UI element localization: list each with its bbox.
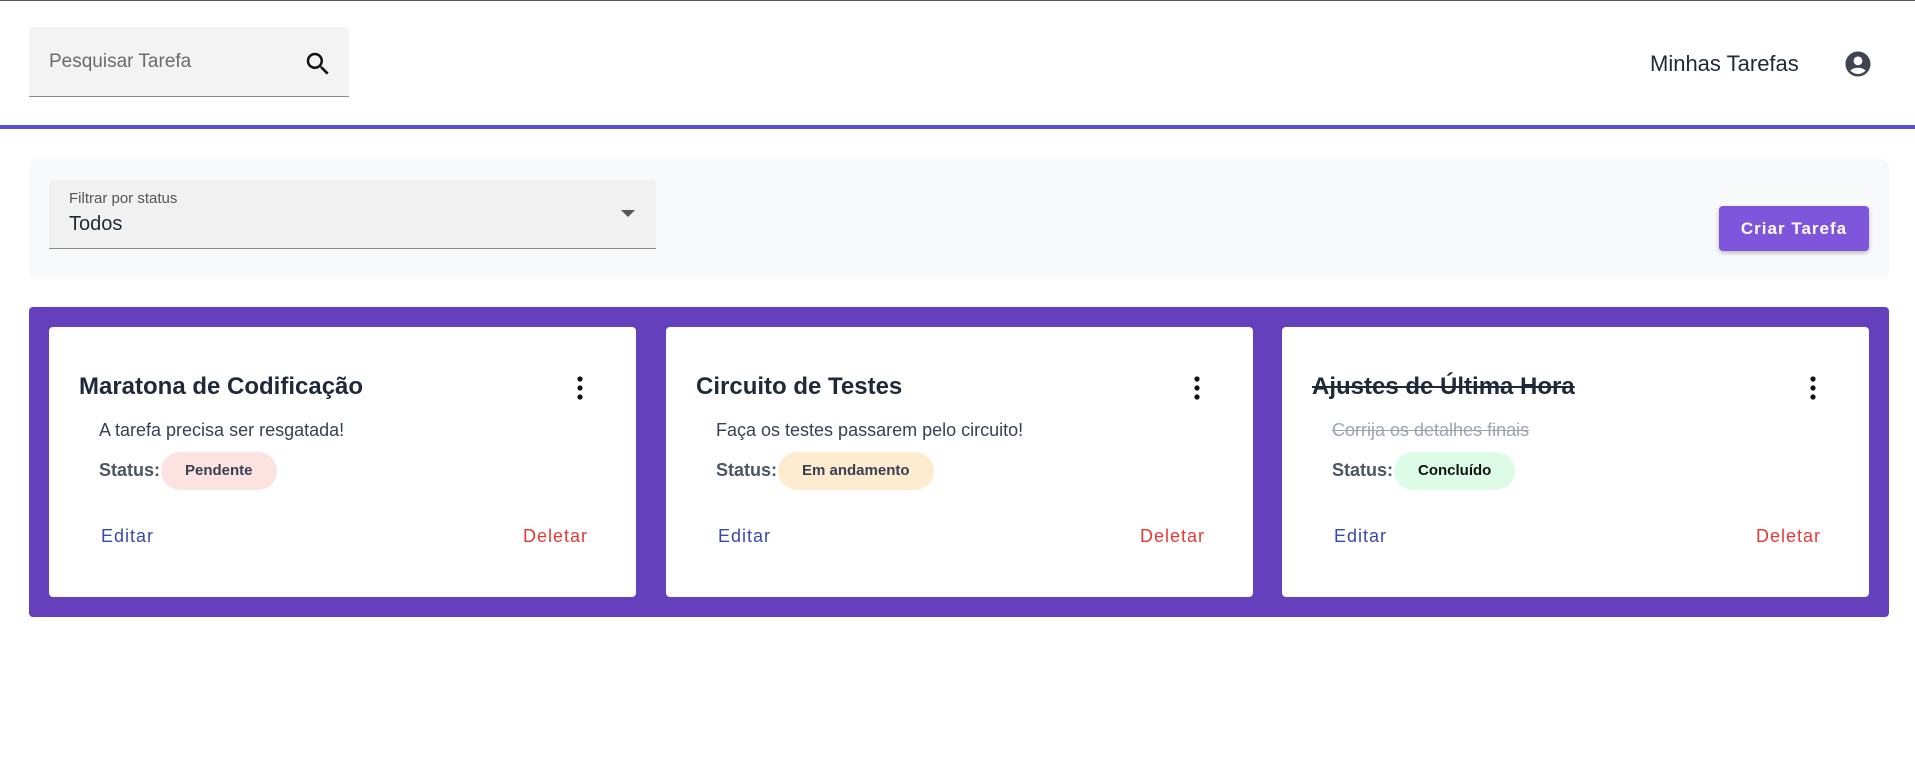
delete-button[interactable]: Deletar [1756,526,1821,547]
status-filter-value: Todos [69,213,123,235]
status-badge: Pendente [161,452,277,490]
status-badge: Concluído [1394,452,1516,490]
task-card: Maratona de Codificação A tarefa precisa… [49,327,636,597]
search-input[interactable] [49,51,299,73]
app-header: Minhas Tarefas [0,1,1915,129]
edit-button[interactable]: Editar [718,526,771,547]
status-label: Status: [716,460,778,480]
status-label: Status: [1332,460,1394,480]
task-title: Ajustes de Última Hora [1312,373,1575,400]
search-icon[interactable] [303,49,333,79]
more-vert-icon[interactable] [1192,375,1202,401]
status-filter-label: Filtrar por status [69,190,178,207]
task-description: Faça os testes passarem pelo circuito! [716,420,1024,440]
status-label: Status: [99,460,161,480]
task-cards-area: Maratona de Codificação A tarefa precisa… [29,307,1889,617]
task-title: Circuito de Testes [696,373,903,400]
task-title: Maratona de Codificação [79,373,364,400]
more-vert-icon[interactable] [575,375,585,401]
edit-button[interactable]: Editar [1334,526,1387,547]
header-divider [0,125,1915,129]
search-box[interactable] [29,27,349,97]
dropdown-arrow-icon [621,210,635,217]
account-circle-icon[interactable] [1843,49,1873,79]
task-description: Corrija os detalhes finais [1332,420,1530,440]
create-task-button[interactable]: Criar Tarefa [1719,206,1869,251]
edit-button[interactable]: Editar [101,526,154,547]
app-title: Minhas Tarefas [1650,51,1799,76]
delete-button[interactable]: Deletar [523,526,588,547]
delete-button[interactable]: Deletar [1140,526,1205,547]
task-description: A tarefa precisa ser resgatada! [99,420,345,440]
status-filter-select[interactable]: Filtrar por status Todos [49,180,656,249]
more-vert-icon[interactable] [1808,375,1818,401]
task-card: Circuito de Testes Faça os testes passar… [666,327,1253,597]
task-card: Ajustes de Última Hora Corrija os detalh… [1282,327,1869,597]
status-badge: Em andamento [778,452,934,490]
